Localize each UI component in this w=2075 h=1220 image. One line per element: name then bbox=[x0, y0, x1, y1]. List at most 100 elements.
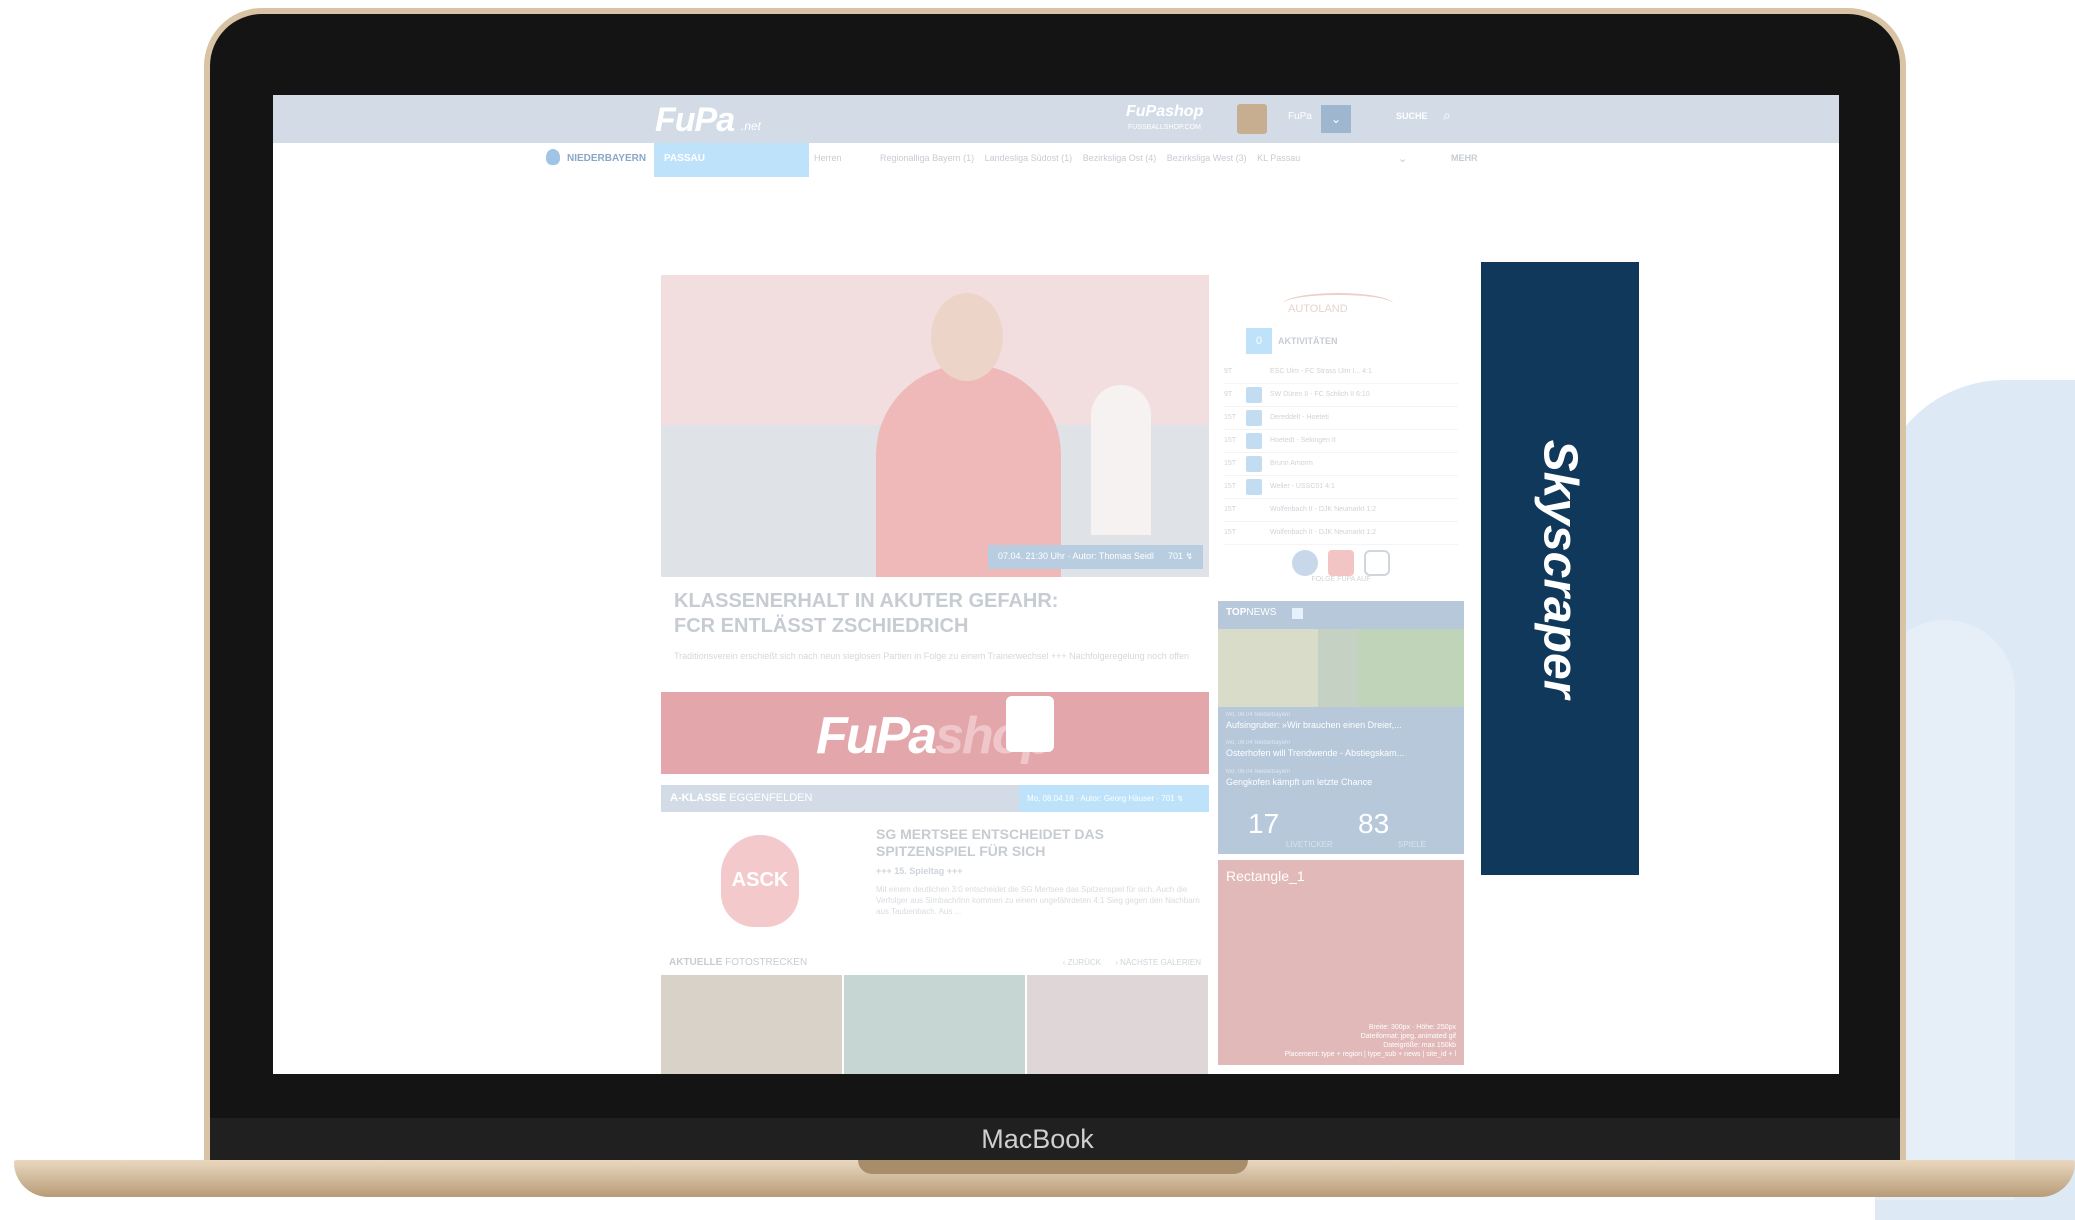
fupashop-logo[interactable]: FuPashop bbox=[1126, 103, 1203, 121]
nav-link-bezirksliga-ost[interactable]: Bezirksliga Ost (4) bbox=[1083, 153, 1157, 163]
hero-image[interactable]: 07.04. 21:30 Uhr · Autor: Thomas Seidl 70… bbox=[661, 275, 1209, 577]
hero-view-count: 701 ↯ bbox=[1167, 551, 1193, 561]
user-name[interactable]: FuPa bbox=[1288, 111, 1312, 122]
sponsor-logo[interactable]: AUTOLAND bbox=[1288, 303, 1348, 315]
ball-icon bbox=[1246, 387, 1262, 403]
nav-link-bezirksliga-west[interactable]: Bezirksliga West (3) bbox=[1167, 153, 1247, 163]
league-name: A-KLASSE EGGENFELDEN bbox=[670, 792, 812, 804]
activity-text: Hoetedt - Sekingen II bbox=[1270, 437, 1336, 444]
nav-link-landesliga[interactable]: Landesliga Südost (1) bbox=[985, 153, 1073, 163]
region-selector[interactable]: NIEDERBAYERN bbox=[567, 153, 646, 164]
league-article[interactable]: ASCK SG MERTSEE ENTSCHEIDET DAS SPITZENS… bbox=[661, 812, 1209, 942]
activity-time: 15T bbox=[1224, 414, 1237, 421]
social-label: FOLGE FUPA AUF bbox=[1311, 576, 1371, 583]
list-item[interactable]: 15T Brunn Amorm bbox=[1224, 453, 1458, 476]
activity-text: Wolfenbach II - DJK Neumarkt 1:2 bbox=[1270, 529, 1377, 536]
games-count: 83 bbox=[1358, 808, 1390, 839]
list-item[interactable]: 9T ESC Ulm - FC Strass Ulm I... 4:1 bbox=[1224, 361, 1458, 384]
shirt-icon bbox=[1006, 696, 1054, 752]
skyscraper-ad[interactable]: Skyscraper bbox=[1481, 262, 1639, 875]
hero-teaser: Traditionsverein erschießt sich nach neu… bbox=[674, 651, 1190, 661]
avatar[interactable] bbox=[1237, 104, 1267, 134]
social-links: FOLGE FUPA AUF bbox=[1286, 550, 1396, 583]
list-item[interactable]: 9T SW Düren II - FC Schlich II 6:10 bbox=[1224, 384, 1458, 407]
list-item[interactable]: 15T Weiler - USSC01 4:1 bbox=[1224, 476, 1458, 499]
hero-background-player bbox=[1091, 385, 1151, 535]
hero-coach-head bbox=[931, 293, 1003, 381]
nav-link-regionalliga[interactable]: Regionalliga Bayern (1) bbox=[880, 153, 974, 163]
activity-text: Wolfenbach II - DJK Neumarkt 1:2 bbox=[1270, 506, 1377, 513]
ball-icon bbox=[1246, 433, 1262, 449]
activity-text: SW Düren II - FC Schlich II 6:10 bbox=[1270, 391, 1370, 398]
topnews-widget: TOPNEWS Mo, 08.04 Niederbayern Aufsingru… bbox=[1218, 601, 1464, 854]
hero-headline[interactable]: KLASSENERHALT IN AKUTER GEFAHR: FCR ENTL… bbox=[674, 589, 1204, 639]
liveticker-label: LIVETICKER bbox=[1286, 840, 1333, 849]
topnews-image-left bbox=[1218, 629, 1318, 707]
more-link[interactable]: MEHR bbox=[1451, 153, 1478, 163]
activity-text: Weiler - USSC01 4:1 bbox=[1270, 483, 1335, 490]
topnews-image-right bbox=[1358, 629, 1464, 707]
ad-rectangle-info: Breite: 300px · Höhe: 250px Dateiformat:… bbox=[1226, 1023, 1456, 1059]
activity-text: Brunn Amorm bbox=[1270, 460, 1313, 467]
hero-headline-line-2: FCR ENTLÄSST ZSCHIEDRICH bbox=[674, 615, 969, 637]
gallery-title-rest: FOTOSTRECKEN bbox=[725, 957, 808, 968]
youtube-icon[interactable] bbox=[1328, 550, 1354, 576]
topnews-meta: Mo, 08.04 Niederbayern bbox=[1226, 712, 1291, 718]
site-header: FuPa .net FuPashop FUSSBALLSHOP.COM FuPa… bbox=[273, 95, 1839, 143]
activity-count-badge: 0 bbox=[1246, 328, 1272, 354]
activity-list: 9T ESC Ulm - FC Strass Ulm I... 4:1 9T SW … bbox=[1224, 361, 1458, 545]
fupa-logo[interactable]: FuPa bbox=[655, 101, 735, 140]
fupa-logo-suffix: .net bbox=[741, 119, 762, 133]
activity-text: ESC Ulm - FC Strass Ulm I... 4:1 bbox=[1270, 368, 1372, 375]
gallery-next-button[interactable]: › NÄCHSTE GALERIEN bbox=[1115, 958, 1201, 967]
facebook-icon[interactable] bbox=[1292, 550, 1318, 576]
gallery-title-bold: AKTUELLE bbox=[669, 957, 723, 968]
gallery-nav: ‹ ZURÜCK › NÄCHSTE GALERIEN bbox=[1051, 958, 1201, 967]
gallery-prev-button[interactable]: ‹ ZURÜCK bbox=[1063, 958, 1101, 967]
liveticker-count: 17 bbox=[1248, 808, 1280, 839]
list-item[interactable]: 15T Dereddelt - Hoeteti bbox=[1224, 407, 1458, 430]
search-icon[interactable]: ⌕ bbox=[1443, 107, 1451, 124]
topnews-title: TOPNEWS bbox=[1226, 607, 1276, 618]
topnews-title-bold: TOP bbox=[1226, 607, 1247, 618]
user-menu-toggle[interactable]: ⌄ bbox=[1321, 105, 1351, 133]
topnews-image[interactable] bbox=[1218, 629, 1464, 707]
league-name-rest: EGGENFELDEN bbox=[729, 792, 813, 804]
instagram-icon[interactable] bbox=[1364, 550, 1390, 576]
search-label[interactable]: SUCHE bbox=[1396, 111, 1428, 121]
fupashop-banner[interactable]: FuPashop bbox=[661, 692, 1209, 774]
gallery-thumb[interactable] bbox=[1027, 975, 1208, 1074]
list-item[interactable]: 15T Wolfenbach II - DJK Neumarkt 1:2 bbox=[1224, 522, 1458, 545]
hero-headline-line-1: KLASSENERHALT IN AKUTER GEFAHR: bbox=[674, 590, 1059, 612]
gallery-title: AKTUELLE FOTOSTRECKEN bbox=[669, 957, 807, 968]
nav-link-kl-passau[interactable]: KL Passau bbox=[1257, 153, 1300, 163]
activity-time: 15T bbox=[1224, 437, 1237, 444]
ad-rectangle[interactable]: Rectangle_1 Breite: 300px · Höhe: 250px … bbox=[1218, 860, 1464, 1065]
ball-icon bbox=[1246, 410, 1262, 426]
laptop-screen: FuPa .net FuPashop FUSSBALLSHOP.COM FuPa… bbox=[273, 95, 1839, 1074]
list-item[interactable]: 15T Wolfenbach II - DJK Neumarkt 1:2 bbox=[1224, 499, 1458, 522]
activity-title: AKTIVITÄTEN bbox=[1278, 336, 1338, 346]
topnews-item[interactable]: Aufsingruber: »Wir brauchen einen Dreier… bbox=[1226, 720, 1458, 730]
ad-rectangle-label: Rectangle_1 bbox=[1226, 868, 1305, 884]
gallery-thumb[interactable] bbox=[844, 975, 1025, 1074]
fupashop-banner-fu: FuPa bbox=[816, 707, 937, 765]
tab-passau[interactable]: PASSAU bbox=[654, 143, 809, 177]
topnews-item[interactable]: Gengkofen kämpft um letzte Chance bbox=[1226, 777, 1458, 787]
activity-time: 15T bbox=[1224, 529, 1237, 536]
gallery-thumb[interactable] bbox=[661, 975, 842, 1074]
nav-link-herren[interactable]: Herren bbox=[814, 153, 842, 163]
activity-time: 15T bbox=[1224, 506, 1237, 513]
activity-time: 9T bbox=[1224, 391, 1233, 398]
activity-time: 9T bbox=[1224, 368, 1233, 375]
league-bar[interactable]: A-KLASSE EGGENFELDEN Mo, 08.04.18 · Auto… bbox=[661, 785, 1209, 812]
chevron-down-icon[interactable]: ⌄ bbox=[1398, 152, 1407, 165]
topnews-item[interactable]: Osterhofen will Trendwende - Abstiegskam… bbox=[1226, 748, 1458, 758]
ball-icon bbox=[1246, 479, 1262, 495]
games-label: SPIELE bbox=[1398, 840, 1427, 849]
ad-info-line: Dateiformat: jpeg, animated gif bbox=[1360, 1033, 1456, 1040]
gallery-header: AKTUELLE FOTOSTRECKEN ‹ ZURÜCK › NÄCHSTE… bbox=[661, 951, 1209, 975]
fupashop-subtitle: FUSSBALLSHOP.COM bbox=[1128, 124, 1202, 131]
league-article-title[interactable]: SG MERTSEE ENTSCHEIDET DAS SPITZENSPIEL … bbox=[876, 826, 1201, 860]
list-item[interactable]: 15T Hoetedt - Sekingen II bbox=[1224, 430, 1458, 453]
